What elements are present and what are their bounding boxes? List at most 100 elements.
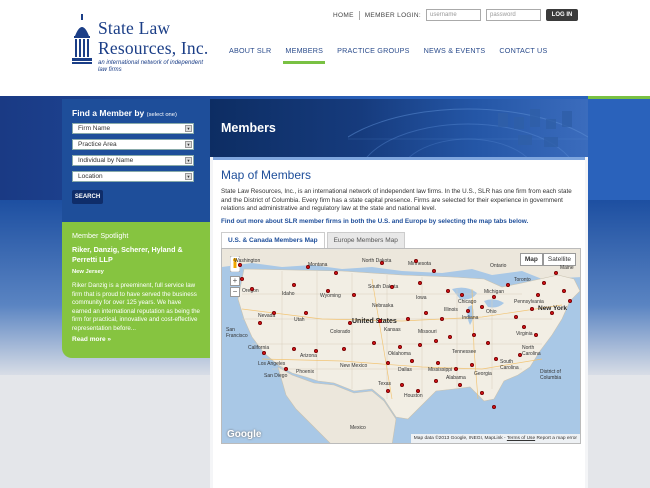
member-pin[interactable] (492, 405, 496, 409)
member-pin[interactable] (568, 299, 572, 303)
member-pin[interactable] (486, 341, 490, 345)
search-button[interactable]: SEARCH (72, 190, 103, 204)
member-pin[interactable] (398, 345, 402, 349)
member-pin[interactable] (390, 285, 394, 289)
member-pin[interactable] (416, 389, 420, 393)
map-label-nebraska: Nebraska (372, 303, 394, 309)
member-pin[interactable] (440, 317, 444, 321)
member-pin[interactable] (534, 333, 538, 337)
nav-members[interactable]: MEMBERS (278, 43, 330, 64)
member-pin[interactable] (492, 295, 496, 299)
member-pin[interactable] (284, 367, 288, 371)
member-pin[interactable] (406, 317, 410, 321)
member-pin[interactable] (372, 341, 376, 345)
member-pin[interactable] (458, 383, 462, 387)
member-pin[interactable] (386, 389, 390, 393)
map-label-arizona: Arizona (300, 353, 317, 359)
member-pin[interactable] (480, 391, 484, 395)
member-pin[interactable] (352, 293, 356, 297)
member-pin[interactable] (454, 367, 458, 371)
logo-wordmark: State Law Resources, Inc. (98, 18, 208, 58)
member-pin[interactable] (410, 359, 414, 363)
zoom-out-button[interactable]: − (230, 287, 240, 297)
members-map[interactable]: + − Map Satellite Washington Montana Nor… (221, 248, 581, 444)
terms-of-use-link[interactable]: Terms of Use (507, 436, 535, 441)
member-pin[interactable] (386, 361, 390, 365)
tab-us-canada[interactable]: U.S. & Canada Members Map (221, 232, 325, 248)
nav-news-events[interactable]: NEWS & EVENTS (417, 43, 493, 64)
member-pin[interactable] (342, 347, 346, 351)
member-pin[interactable] (536, 293, 540, 297)
home-link[interactable]: HOME (333, 12, 354, 19)
member-pin[interactable] (436, 361, 440, 365)
member-pin[interactable] (424, 311, 428, 315)
logo-line-1: State Law (98, 18, 171, 38)
spotlight-heading: Member Spotlight (72, 231, 129, 240)
member-pin[interactable] (258, 321, 262, 325)
member-pin[interactable] (460, 293, 464, 297)
member-pin[interactable] (238, 263, 242, 267)
member-pin[interactable] (530, 307, 534, 311)
member-pin[interactable] (448, 335, 452, 339)
username-input[interactable]: username (426, 9, 481, 21)
practice-area-select[interactable]: Practice Area ▼ (72, 139, 194, 150)
login-button[interactable]: LOG IN (546, 9, 578, 21)
member-pin[interactable] (514, 315, 518, 319)
nav-contact-us[interactable]: CONTACT US (492, 43, 554, 64)
read-more-link[interactable]: Read more » (72, 336, 200, 343)
member-pin[interactable] (250, 287, 254, 291)
member-pin[interactable] (400, 383, 404, 387)
member-pin[interactable] (506, 283, 510, 287)
member-pin[interactable] (306, 265, 310, 269)
firm-name-select[interactable]: Firm Name ▼ (72, 123, 194, 134)
member-pin[interactable] (472, 333, 476, 337)
member-pin[interactable] (326, 289, 330, 293)
member-pin[interactable] (518, 353, 522, 357)
nav-about-slr[interactable]: ABOUT SLR (229, 43, 278, 64)
map-label-tennessee: Tennessee (452, 349, 477, 355)
nav-practice-groups[interactable]: PRACTICE GROUPS (330, 43, 417, 64)
member-pin[interactable] (334, 271, 338, 275)
member-pin[interactable] (470, 363, 474, 367)
member-pin[interactable] (418, 281, 422, 285)
member-pin[interactable] (480, 305, 484, 309)
report-map-error-link[interactable]: Report a map error (536, 436, 577, 441)
member-pin[interactable] (494, 357, 498, 361)
chevron-down-icon: ▼ (185, 173, 192, 180)
password-input[interactable]: password (486, 9, 541, 21)
tab-europe[interactable]: Europe Members Map (326, 232, 405, 248)
map-label-illinois: Illinois (444, 307, 458, 313)
member-pin[interactable] (314, 349, 318, 353)
member-pin[interactable] (292, 283, 296, 287)
intro-paragraph: State Law Resources, Inc., is an interna… (221, 188, 572, 213)
member-pin[interactable] (262, 351, 266, 355)
member-pin[interactable] (554, 271, 558, 275)
member-pin[interactable] (522, 325, 526, 329)
accent-line (588, 96, 650, 99)
member-pin[interactable] (432, 269, 436, 273)
member-pin[interactable] (240, 277, 244, 281)
member-pin[interactable] (434, 379, 438, 383)
logo-line-2: Resources, Inc. (98, 38, 209, 58)
member-pin[interactable] (380, 261, 384, 265)
member-pin[interactable] (292, 347, 296, 351)
member-pin[interactable] (562, 289, 566, 293)
member-pin[interactable] (414, 259, 418, 263)
map-view-button[interactable]: Map (519, 253, 543, 266)
individual-name-select[interactable]: Individual by Name ▼ (72, 155, 194, 166)
member-pin[interactable] (446, 289, 450, 293)
member-pin[interactable] (466, 309, 470, 313)
map-label-north-dakota: North Dakota (362, 258, 392, 264)
member-pin[interactable] (348, 321, 352, 325)
zoom-in-button[interactable]: + (230, 276, 240, 286)
member-pin[interactable] (434, 339, 438, 343)
member-pin[interactable] (542, 281, 546, 285)
site-logo[interactable]: State Law Resources, Inc. an internation… (72, 14, 212, 76)
location-select[interactable]: Location ▼ (72, 171, 194, 182)
member-pin[interactable] (418, 343, 422, 347)
member-pin[interactable] (550, 311, 554, 315)
member-pin[interactable] (378, 319, 382, 323)
member-pin[interactable] (272, 311, 276, 315)
spotlight-firm-link[interactable]: Riker, Danzig, Scherer, Hyland & Perrett… (72, 245, 200, 265)
member-pin[interactable] (304, 311, 308, 315)
